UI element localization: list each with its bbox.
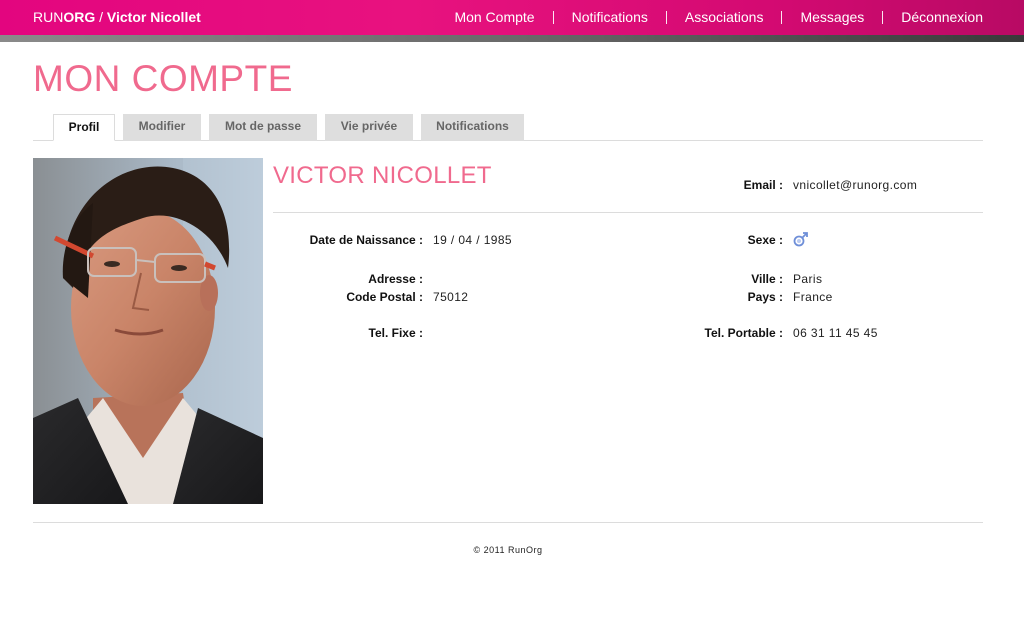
tab-mot-de-passe[interactable]: Mot de passe <box>209 114 317 141</box>
birth-label: Date de Naissance : <box>309 233 423 247</box>
city-label: Ville : <box>751 272 783 286</box>
tab-profil[interactable]: Profil <box>53 114 115 141</box>
tab-vie-privee[interactable]: Vie privée <box>325 114 413 141</box>
page-title: MON COMPTE <box>33 58 293 99</box>
nav-notifications[interactable]: Notifications <box>572 9 648 25</box>
brand[interactable]: RUNORG / Victor Nicollet <box>33 9 201 25</box>
brand-separator: / <box>95 9 107 25</box>
postal-value: 75012 <box>433 290 469 304</box>
male-icon <box>793 231 809 252</box>
profile-photo <box>33 158 263 504</box>
user-name[interactable]: Victor Nicollet <box>107 9 201 25</box>
brand-prefix: RUN <box>33 9 64 25</box>
mobile-label: Tel. Portable : <box>704 326 783 340</box>
header-stripe <box>0 35 1024 42</box>
nav-mon-compte[interactable]: Mon Compte <box>454 9 534 25</box>
sex-label: Sexe : <box>747 233 783 247</box>
nav-separator <box>665 10 667 24</box>
email-value[interactable]: vnicollet@runorg.com <box>793 178 917 192</box>
footer-divider <box>33 522 983 523</box>
birth-value: 19 / 04 / 1985 <box>433 233 512 247</box>
nav-separator <box>882 10 884 24</box>
postal-label: Code Postal : <box>346 290 423 304</box>
top-nav: Mon Compte Notifications Associations Me… <box>454 9 983 25</box>
email-label: Email : <box>743 178 783 192</box>
phone-label: Tel. Fixe : <box>368 326 423 340</box>
country-label: Pays : <box>747 290 783 304</box>
nav-deconnexion[interactable]: Déconnexion <box>901 9 983 25</box>
nav-associations[interactable]: Associations <box>685 9 764 25</box>
country-value: France <box>793 290 833 304</box>
address-label: Adresse : <box>368 272 423 286</box>
brand-bold: ORG <box>63 9 96 25</box>
top-bar: RUNORG / Victor Nicollet Mon Compte Noti… <box>0 0 1024 35</box>
nav-messages[interactable]: Messages <box>800 9 864 25</box>
profile-divider <box>273 212 983 213</box>
nav-separator <box>781 10 783 24</box>
tab-bar: Profil Modifier Mot de passe Vie privée … <box>33 114 983 141</box>
tab-notifications[interactable]: Notifications <box>421 114 524 141</box>
profile-name: VICTOR NICOLLET <box>273 162 492 189</box>
tab-modifier[interactable]: Modifier <box>123 114 201 141</box>
mobile-value: 06 31 11 45 45 <box>793 326 878 340</box>
footer-copyright: © 2011 RunOrg <box>473 545 543 555</box>
nav-separator <box>552 10 554 24</box>
city-value: Paris <box>793 272 823 286</box>
